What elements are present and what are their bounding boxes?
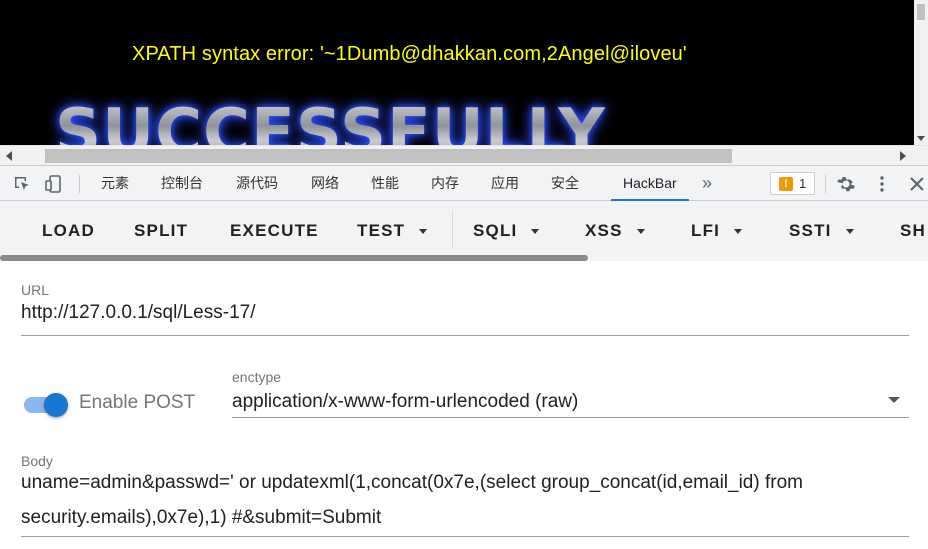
enctype-underline — [232, 417, 909, 418]
toolbar-divider — [825, 175, 826, 193]
device-toolbar-icon[interactable] — [44, 174, 64, 194]
dropdown-caret-icon — [419, 229, 428, 235]
page-viewport: XPATH syntax error: '~1Dumb@dhakkan.com,… — [0, 0, 928, 145]
toolbar-divider — [452, 211, 453, 247]
enctype-label: enctype — [232, 369, 282, 385]
tab-network[interactable]: 网络 — [311, 166, 339, 201]
tab-application[interactable]: 应用 — [491, 166, 519, 201]
shell-menu-button[interactable]: SH — [900, 221, 926, 241]
tab-security[interactable]: 安全 — [551, 166, 579, 201]
test-menu-button[interactable]: TEST — [357, 221, 428, 241]
warning-icon: ! — [779, 177, 793, 191]
xss-menu-button[interactable]: XSS — [585, 221, 645, 241]
tab-console[interactable]: 控制台 — [161, 166, 203, 201]
more-tabs-icon[interactable]: » — [702, 166, 712, 201]
warning-count: 1 — [799, 176, 807, 191]
execute-button[interactable]: EXECUTE — [230, 221, 319, 241]
dropdown-caret-icon — [734, 229, 743, 235]
scrollbar-thumb[interactable] — [917, 4, 925, 20]
lfi-menu-button[interactable]: LFI — [691, 221, 743, 241]
body-label: Body — [21, 453, 53, 469]
close-devtools-icon[interactable] — [907, 174, 927, 194]
url-label: URL — [21, 282, 50, 298]
inspect-element-icon[interactable] — [12, 174, 32, 194]
ssti-menu-label: SSTI — [789, 221, 832, 240]
hackbar-toolbar: LOAD SPLIT EXECUTE TEST SQLI XSS LFI SST… — [0, 201, 928, 261]
devtools-tab-bar: 元素 控制台 源代码 网络 性能 内存 应用 安全 HackBar » ! 1 — [0, 165, 928, 201]
enable-post-label: Enable POST — [79, 392, 196, 413]
body-textarea-line-1[interactable]: uname=admin&passwd=' or updatexml(1,conc… — [21, 472, 803, 494]
test-menu-label: TEST — [357, 221, 406, 240]
toolbar-divider — [79, 175, 80, 193]
scroll-left-arrow-icon[interactable] — [6, 151, 12, 161]
tab-elements[interactable]: 元素 — [101, 166, 129, 201]
more-options-kebab-icon[interactable] — [872, 174, 892, 194]
scroll-down-arrow-icon[interactable] — [917, 136, 925, 141]
body-textarea-line-2[interactable]: security.emails),0x7e),1) #&submit=Submi… — [21, 507, 381, 529]
sqli-menu-button[interactable]: SQLI — [473, 221, 540, 241]
xss-menu-label: XSS — [585, 221, 623, 240]
scroll-right-arrow-icon[interactable] — [900, 151, 906, 161]
issues-badge[interactable]: ! 1 — [770, 172, 815, 195]
successfully-banner: SUCCESSFULLY — [55, 96, 606, 145]
body-underline — [21, 536, 909, 537]
url-underline — [21, 335, 909, 336]
xpath-error-message: XPATH syntax error: '~1Dumb@dhakkan.com,… — [132, 43, 687, 65]
enctype-select[interactable]: application/x-www-form-urlencoded (raw) — [232, 391, 578, 413]
url-input[interactable]: http://127.0.0.1/sql/Less-17/ — [21, 302, 256, 324]
settings-gear-icon[interactable] — [836, 174, 856, 194]
tab-hackbar[interactable]: HackBar — [611, 166, 689, 201]
split-button[interactable]: SPLIT — [134, 221, 188, 241]
dropdown-caret-icon — [636, 229, 645, 235]
tab-performance[interactable]: 性能 — [371, 166, 399, 201]
dropdown-caret-icon — [531, 229, 540, 235]
chevron-down-icon[interactable] — [888, 397, 900, 403]
toggle-knob — [44, 393, 68, 417]
tab-memory[interactable]: 内存 — [431, 166, 459, 201]
dropdown-caret-icon — [845, 229, 854, 235]
hackbar-form: URL http://127.0.0.1/sql/Less-17/ Enable… — [0, 261, 928, 549]
ssti-menu-button[interactable]: SSTI — [789, 221, 854, 241]
load-button[interactable]: LOAD — [42, 221, 95, 241]
tab-sources[interactable]: 源代码 — [236, 166, 278, 201]
lfi-menu-label: LFI — [691, 221, 721, 240]
sqli-menu-label: SQLI — [473, 221, 518, 240]
page-horizontal-scrollbar[interactable] — [0, 145, 928, 165]
enable-post-toggle[interactable] — [24, 391, 72, 417]
page-vertical-scrollbar[interactable] — [914, 0, 928, 145]
scrollbar-thumb[interactable] — [45, 149, 732, 163]
